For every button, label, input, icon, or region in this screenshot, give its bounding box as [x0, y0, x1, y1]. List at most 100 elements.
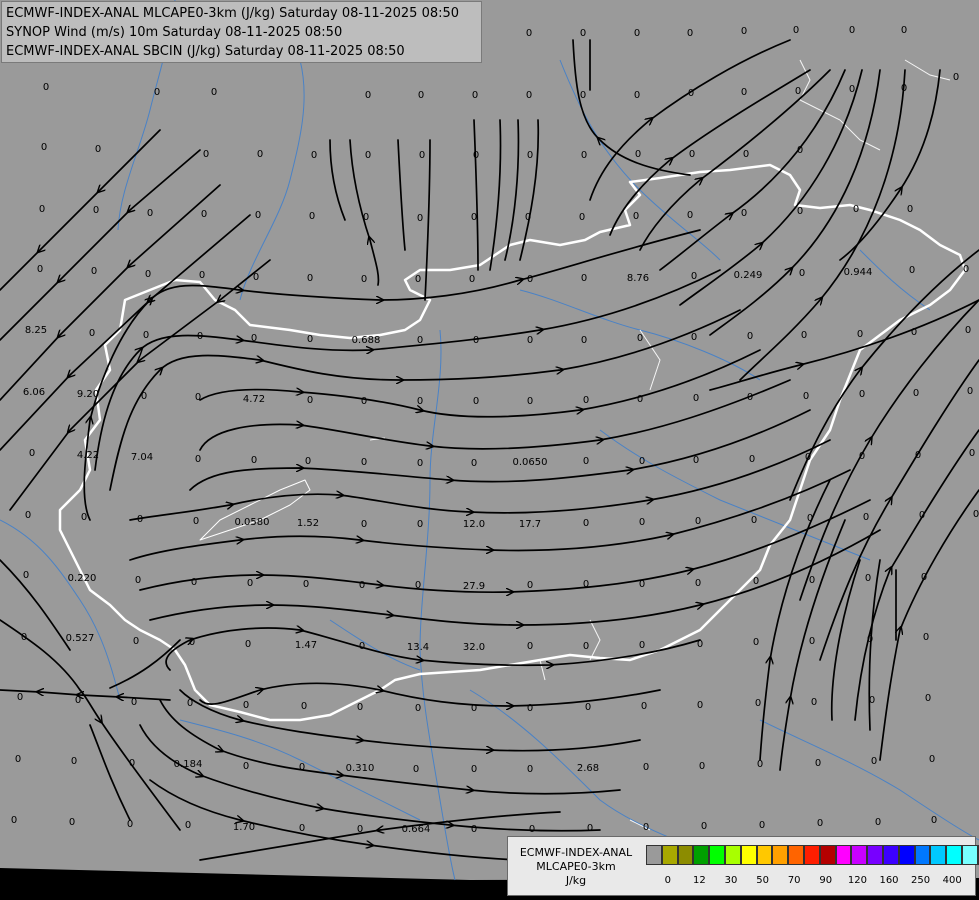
- cape-value: 0: [361, 519, 367, 530]
- cape-value: 7.04: [131, 452, 153, 463]
- cape-value: 0: [965, 325, 971, 336]
- legend-swatch: [851, 845, 868, 865]
- cape-value: 0: [417, 335, 423, 346]
- cape-value: 0: [41, 142, 47, 153]
- cape-value: 0: [15, 754, 21, 765]
- cape-value: 0: [417, 213, 423, 224]
- legend-swatch: [677, 845, 694, 865]
- cape-value: 0: [69, 817, 75, 828]
- cape-value: 0.310: [346, 763, 375, 774]
- legend-swatch: [661, 845, 678, 865]
- cape-value: 0: [527, 764, 533, 775]
- cape-value: 0.0650: [513, 457, 548, 468]
- cape-value: 0: [803, 391, 809, 402]
- cape-value: 0: [689, 149, 695, 160]
- cape-value: 0: [357, 824, 363, 835]
- cape-value: 0: [251, 455, 257, 466]
- cape-value: 0: [309, 211, 315, 222]
- legend-swatch: [914, 845, 931, 865]
- cape-value: 0: [187, 698, 193, 709]
- cape-value: 0: [585, 702, 591, 713]
- cape-value: 0: [251, 333, 257, 344]
- cape-value: 0: [193, 516, 199, 527]
- cape-value: 0: [859, 389, 865, 400]
- cape-value: 0: [875, 817, 881, 828]
- cape-value: 0: [418, 90, 424, 101]
- cape-value: 0: [361, 396, 367, 407]
- cape-value: 0: [963, 264, 969, 275]
- cape-value: 0: [639, 517, 645, 528]
- cape-value: 0: [417, 458, 423, 469]
- cape-value: 0: [419, 150, 425, 161]
- cape-value: 0: [154, 87, 160, 98]
- cape-value: 0: [29, 448, 35, 459]
- cape-value: 0: [741, 26, 747, 37]
- cape-value: 0: [691, 271, 697, 282]
- map-header: ECMWF-INDEX-ANAL MLCAPE0-3km (J/kg) Satu…: [1, 1, 482, 63]
- legend-swatch: [756, 845, 773, 865]
- cape-value: 0: [901, 25, 907, 36]
- cape-value: 0: [693, 455, 699, 466]
- cape-value: 0: [357, 702, 363, 713]
- legend-tick-label: 0: [664, 875, 671, 886]
- legend-tick-label: 12: [693, 875, 706, 886]
- cape-value: 0: [71, 756, 77, 767]
- cape-value: 0: [923, 632, 929, 643]
- cape-value: 0: [301, 701, 307, 712]
- cape-value: 0: [741, 87, 747, 98]
- cape-value: 0: [413, 764, 419, 775]
- legend-tick-label: 30: [724, 875, 738, 886]
- cape-value: 0: [417, 519, 423, 530]
- cape-value: 0: [967, 386, 973, 397]
- cape-value: 0: [191, 577, 197, 588]
- cape-value: 0: [859, 451, 865, 462]
- legend-swatch: [961, 845, 978, 865]
- cape-value: 0: [89, 328, 95, 339]
- cape-value: 0: [901, 83, 907, 94]
- cape-value: 0: [11, 815, 17, 826]
- cape-value: 0: [17, 692, 23, 703]
- cape-value: 9.20: [77, 389, 99, 400]
- cape-value: 0: [243, 700, 249, 711]
- cape-value: 0: [583, 579, 589, 590]
- weather-map: 0 0 0 0 0 0 0 0 0 0 0 0 0 0 0 0 0 0 0 0 0 0 0 0 0 0 0 0 0 0 0 0 0 0 0 0 0 0 0 0…: [0, 0, 979, 900]
- cape-value: 0: [799, 268, 805, 279]
- cape-value: 0: [699, 761, 705, 772]
- cape-value: 13.4: [407, 642, 429, 653]
- cape-value: 0: [245, 639, 251, 650]
- cape-value: 0: [195, 454, 201, 465]
- legend-tick-label: 70: [787, 875, 801, 886]
- cape-value: 0: [361, 274, 367, 285]
- cape-value: 0: [359, 580, 365, 591]
- cape-value: 0: [195, 392, 201, 403]
- cape-value: 0: [635, 149, 641, 160]
- cape-value: 0: [255, 210, 261, 221]
- legend-swatch: [788, 845, 804, 865]
- cape-value: 0: [743, 149, 749, 160]
- cape-value: 0: [921, 572, 927, 583]
- cape-value: 0: [869, 695, 875, 706]
- cape-value: 0: [131, 697, 137, 708]
- cape-value: 1.52: [297, 518, 319, 529]
- cape-value: 0: [137, 514, 143, 525]
- cape-value: 0: [581, 335, 587, 346]
- cape-value: 2.68: [577, 763, 599, 774]
- cape-value: 0: [527, 580, 533, 591]
- cape-value: 0: [751, 515, 757, 526]
- cape-value: 0: [583, 395, 589, 406]
- cape-value: 0: [687, 28, 693, 39]
- cape-value: 0: [471, 703, 477, 714]
- cape-value: 0: [637, 394, 643, 405]
- cape-value: 0: [755, 698, 761, 709]
- legend-swatch: [803, 845, 820, 865]
- cape-value: 0: [641, 701, 647, 712]
- cape-value: 0: [587, 823, 593, 834]
- legend-tick-label: 250: [911, 875, 931, 886]
- legend-swatch: [898, 845, 915, 865]
- cape-value: 0: [817, 818, 823, 829]
- legend-title-model: ECMWF-INDEX-ANAL: [519, 846, 633, 859]
- cape-value: 0: [299, 762, 305, 773]
- cape-value: 0: [81, 512, 87, 523]
- cape-value: 0: [365, 150, 371, 161]
- legend-units: J/kg: [565, 874, 587, 887]
